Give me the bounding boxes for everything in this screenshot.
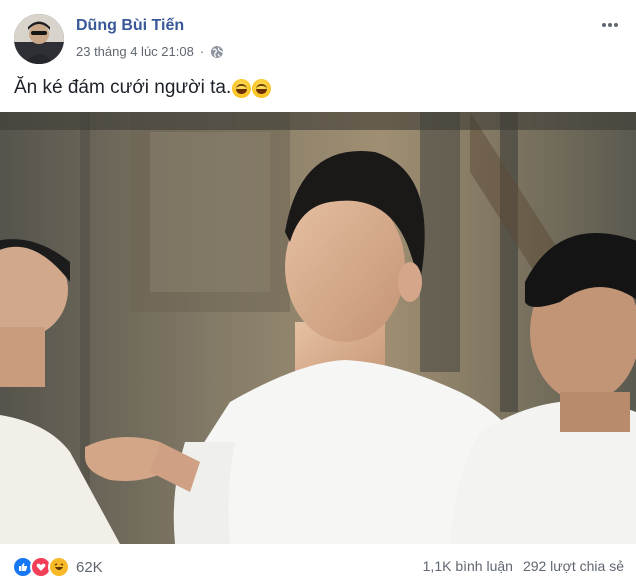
photo-image — [0, 112, 636, 544]
caption-text: Ăn ké đám cưới người ta. — [14, 77, 232, 98]
post-caption: Ăn ké đám cưới người ta. — [14, 77, 272, 99]
author-name[interactable]: Dũng Bùi Tiến — [76, 17, 184, 35]
avatar-image — [14, 14, 64, 64]
author-avatar[interactable] — [14, 14, 64, 64]
reactions-summary[interactable]: 62K — [12, 556, 103, 578]
post-photo[interactable] — [0, 112, 636, 544]
heart-icon — [36, 563, 46, 571]
facebook-post: Dũng Bùi Tiến 23 tháng 4 lúc 21:08 · Ăn … — [0, 0, 636, 588]
ellipsis-icon — [602, 23, 618, 27]
comments-count-link[interactable]: 1,1K bình luận — [423, 558, 513, 574]
post-footer: 62K 1,1K bình luận 292 lượt chia sẻ — [0, 548, 636, 584]
post-meta: 23 tháng 4 lúc 21:08 · — [76, 44, 224, 59]
globe-icon[interactable] — [210, 45, 224, 59]
post-timestamp[interactable]: 23 tháng 4 lúc 21:08 — [76, 44, 194, 59]
engagement-stats: 1,1K bình luận 292 lượt chia sẻ — [423, 558, 624, 574]
grinning-face-icon — [252, 78, 272, 98]
haha-reaction-icon — [48, 556, 70, 578]
more-options-icon[interactable] — [600, 12, 620, 32]
laughing-face-icon — [54, 563, 64, 570]
meta-separator: · — [199, 44, 205, 59]
grinning-face-icon — [232, 78, 252, 98]
shares-count-link[interactable]: 292 lượt chia sẻ — [523, 558, 624, 574]
thumbs-up-icon — [19, 563, 28, 571]
reaction-count: 62K — [76, 558, 103, 576]
